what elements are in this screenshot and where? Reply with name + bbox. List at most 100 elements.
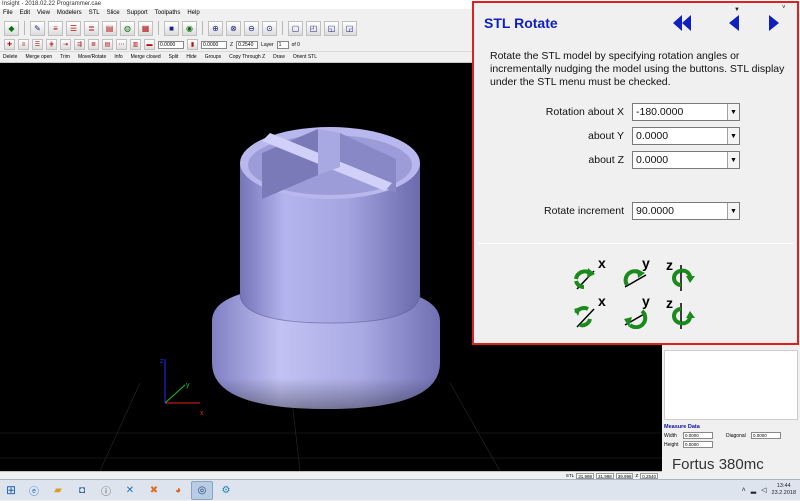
- dropdown-arrow-icon[interactable]: ▼: [734, 7, 740, 13]
- width-icon[interactable]: ▬: [144, 39, 155, 50]
- menu-edit[interactable]: Edit: [20, 9, 30, 18]
- sphere-icon[interactable]: ◍: [120, 20, 135, 36]
- cmd-groups[interactable]: Groups: [205, 54, 221, 60]
- menu-toolpaths[interactable]: Toolpaths: [155, 9, 181, 18]
- menu-view[interactable]: View: [37, 9, 50, 18]
- cmd-draw[interactable]: Draw: [273, 54, 285, 60]
- clock-date: 23.2.2018: [771, 490, 796, 496]
- menu-file[interactable]: File: [3, 9, 13, 18]
- insert-icon[interactable]: ⇥: [60, 39, 71, 50]
- field-1[interactable]: 0.0000: [158, 40, 184, 49]
- rotation-x-value[interactable]: -180.0000: [633, 106, 727, 118]
- cmd-copy-through-z[interactable]: Copy Through Z: [229, 54, 265, 60]
- rotate-z-negative-button[interactable]: [672, 303, 698, 329]
- network-app-icon[interactable]: ⚙: [215, 481, 237, 500]
- cmd-info[interactable]: Info: [114, 54, 122, 60]
- network-icon[interactable]: ▂: [751, 486, 756, 494]
- menu-stl[interactable]: STL: [89, 9, 100, 18]
- clock[interactable]: 13:44 23.2.2018: [772, 483, 796, 497]
- menu-slice[interactable]: Slice: [107, 9, 120, 18]
- toolpath-icon[interactable]: ≣: [84, 20, 99, 36]
- slice-icon[interactable]: ≡: [48, 20, 63, 36]
- increment-value[interactable]: 90.0000: [633, 205, 727, 217]
- increment-combo[interactable]: 90.0000 ▼: [632, 202, 740, 220]
- spacing-icon[interactable]: ⋯: [116, 39, 127, 50]
- rotate-x-positive-button[interactable]: [572, 265, 598, 291]
- status-value-1: 31.998: [576, 472, 594, 479]
- insight-app-icon[interactable]: ◎: [191, 480, 213, 500]
- cmd-merge-open[interactable]: Merge open: [25, 54, 52, 60]
- firefox-icon[interactable]: ◕: [167, 481, 189, 500]
- x-app-icon[interactable]: ✖: [143, 481, 165, 500]
- chevron-down-icon[interactable]: ▼: [727, 128, 739, 144]
- first-page-button[interactable]: [672, 13, 692, 33]
- stl-icon[interactable]: ✎: [30, 20, 45, 36]
- cmd-orient-stl[interactable]: Orient STL: [293, 54, 317, 60]
- field-2[interactable]: 0.0000: [201, 40, 227, 49]
- menu-help[interactable]: Help: [187, 9, 199, 18]
- chevron-down-icon[interactable]: ▼: [727, 203, 739, 219]
- layer-field[interactable]: 1: [276, 40, 289, 49]
- layer-icon[interactable]: ▤: [102, 20, 117, 36]
- info-app-icon[interactable]: ⓘ: [95, 481, 117, 500]
- windows-start-icon[interactable]: ⊞: [0, 480, 22, 501]
- list-icon[interactable]: ☰: [32, 39, 43, 50]
- menu-modelers[interactable]: Modelers: [57, 9, 82, 18]
- open-icon[interactable]: ◆: [4, 20, 19, 36]
- app-icon[interactable]: ◘: [71, 481, 93, 500]
- height-icon[interactable]: ▮: [187, 39, 198, 50]
- lines-icon[interactable]: ▤: [102, 39, 113, 50]
- chevron-down-icon[interactable]: ▼: [727, 152, 739, 168]
- view-front-icon[interactable]: ▢: [288, 20, 303, 36]
- toolbar-separator: [202, 21, 203, 35]
- tool-app-icon[interactable]: ✕: [119, 481, 141, 500]
- collapse-chevron-icon[interactable]: ˅: [782, 5, 786, 11]
- tray-arrow-icon[interactable]: ˄: [742, 487, 746, 494]
- distribute-icon[interactable]: ⇶: [74, 39, 85, 50]
- clock-time: 13:44: [776, 483, 791, 489]
- cmd-move-rotate[interactable]: Move/Rotate: [78, 54, 106, 60]
- support-icon[interactable]: ☰: [66, 20, 81, 36]
- grid-icon[interactable]: ▦: [138, 20, 153, 36]
- zoom-in-icon[interactable]: ⊕: [208, 20, 223, 36]
- brand-name: Fortus: [672, 456, 715, 473]
- build-icon[interactable]: ◉: [182, 20, 197, 36]
- stack-icon[interactable]: ≣: [88, 39, 99, 50]
- cmd-trim[interactable]: Trim: [60, 54, 70, 60]
- rotation-y-value[interactable]: 0.0000: [633, 130, 727, 142]
- toolbar-separator: [24, 21, 25, 35]
- menu-support[interactable]: Support: [127, 9, 148, 18]
- save-icon[interactable]: ■: [164, 20, 179, 36]
- rotation-z-combo[interactable]: 0.0000 ▼: [632, 151, 740, 169]
- dialog-description: Rotate the STL model by specifying rotat…: [490, 50, 785, 88]
- folder-icon[interactable]: ▰: [47, 481, 69, 500]
- rotation-x-row: Rotation about X -180.0000 ▼: [522, 103, 740, 121]
- move-icon[interactable]: ✚: [4, 39, 15, 50]
- align-icon[interactable]: ≡: [18, 39, 29, 50]
- view-top-icon[interactable]: ◰: [306, 20, 321, 36]
- rotation-z-label: about Z: [588, 154, 624, 166]
- view-iso-icon[interactable]: ◲: [342, 20, 357, 36]
- z-field[interactable]: 0.2540: [236, 40, 259, 49]
- cmd-merge-closed[interactable]: Merge closed: [131, 54, 161, 60]
- zoom-fit-icon[interactable]: ⊙: [262, 20, 277, 36]
- cmd-delete[interactable]: Delete: [3, 54, 17, 60]
- snap-icon[interactable]: ⋕: [46, 39, 57, 50]
- ie-icon[interactable]: ⓔ: [23, 481, 45, 500]
- cmd-split[interactable]: Split: [169, 54, 179, 60]
- bars-icon[interactable]: ▥: [130, 39, 141, 50]
- volume-icon[interactable]: ◁: [761, 486, 766, 494]
- next-button[interactable]: [764, 13, 784, 33]
- rotate-z-positive-button[interactable]: [672, 265, 698, 291]
- rotate-x-negative-button[interactable]: [572, 303, 598, 329]
- zoom-out-icon[interactable]: ⊖: [244, 20, 259, 36]
- rotation-z-value[interactable]: 0.0000: [633, 154, 727, 166]
- measure-title: Measure Data: [664, 424, 700, 430]
- rotation-x-combo[interactable]: -180.0000 ▼: [632, 103, 740, 121]
- rotation-y-combo[interactable]: 0.0000 ▼: [632, 127, 740, 145]
- view-side-icon[interactable]: ◱: [324, 20, 339, 36]
- cmd-hide[interactable]: Hide: [186, 54, 196, 60]
- previous-button[interactable]: [724, 13, 744, 33]
- zoom-icon[interactable]: ⊗: [226, 20, 241, 36]
- chevron-down-icon[interactable]: ▼: [727, 104, 739, 120]
